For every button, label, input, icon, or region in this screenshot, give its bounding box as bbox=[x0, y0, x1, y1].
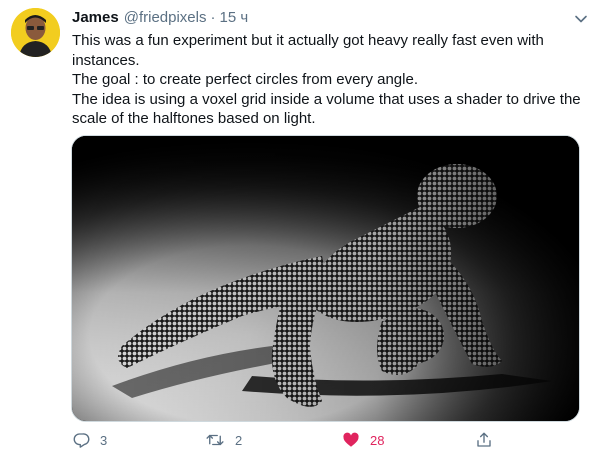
reply-icon bbox=[73, 433, 90, 448]
tweet-header: James @friedpixels · 15 ч bbox=[72, 9, 248, 29]
retweet-count: 2 bbox=[235, 432, 243, 448]
like-count: 28 bbox=[370, 432, 385, 448]
author-name[interactable]: James bbox=[72, 9, 119, 26]
like-button[interactable]: 28 bbox=[342, 427, 384, 453]
tweet-text-line: The idea is using a voxel grid inside a … bbox=[72, 90, 581, 128]
author-handle[interactable]: @friedpixels bbox=[124, 9, 207, 26]
retweet-icon bbox=[206, 434, 224, 446]
avatar-image bbox=[11, 8, 60, 57]
share-icon bbox=[477, 432, 491, 447]
reply-button[interactable]: 3 bbox=[72, 427, 107, 453]
reply-count: 3 bbox=[100, 432, 108, 448]
halftone-render-image bbox=[72, 136, 579, 421]
tweet-timestamp[interactable]: 15 ч bbox=[219, 9, 248, 26]
chevron-down-icon bbox=[575, 15, 587, 23]
tweet-media[interactable] bbox=[71, 135, 580, 422]
tweet[interactable]: James @friedpixels · 15 ч This was a fun… bbox=[0, 0, 612, 458]
avatar[interactable] bbox=[11, 8, 60, 57]
more-options-button[interactable] bbox=[570, 8, 592, 30]
header-separator: · bbox=[210, 9, 216, 26]
share-button[interactable] bbox=[475, 427, 493, 453]
tweet-text: This was a fun experiment but it actuall… bbox=[72, 31, 597, 129]
tweet-actions: 3 2 28 bbox=[72, 427, 497, 453]
heart-icon bbox=[343, 432, 359, 447]
tweet-text-line: The goal : to create perfect circles fro… bbox=[72, 71, 418, 88]
retweet-button[interactable]: 2 bbox=[205, 427, 242, 453]
tweet-text-line: This was a fun experiment but it actuall… bbox=[72, 32, 544, 69]
